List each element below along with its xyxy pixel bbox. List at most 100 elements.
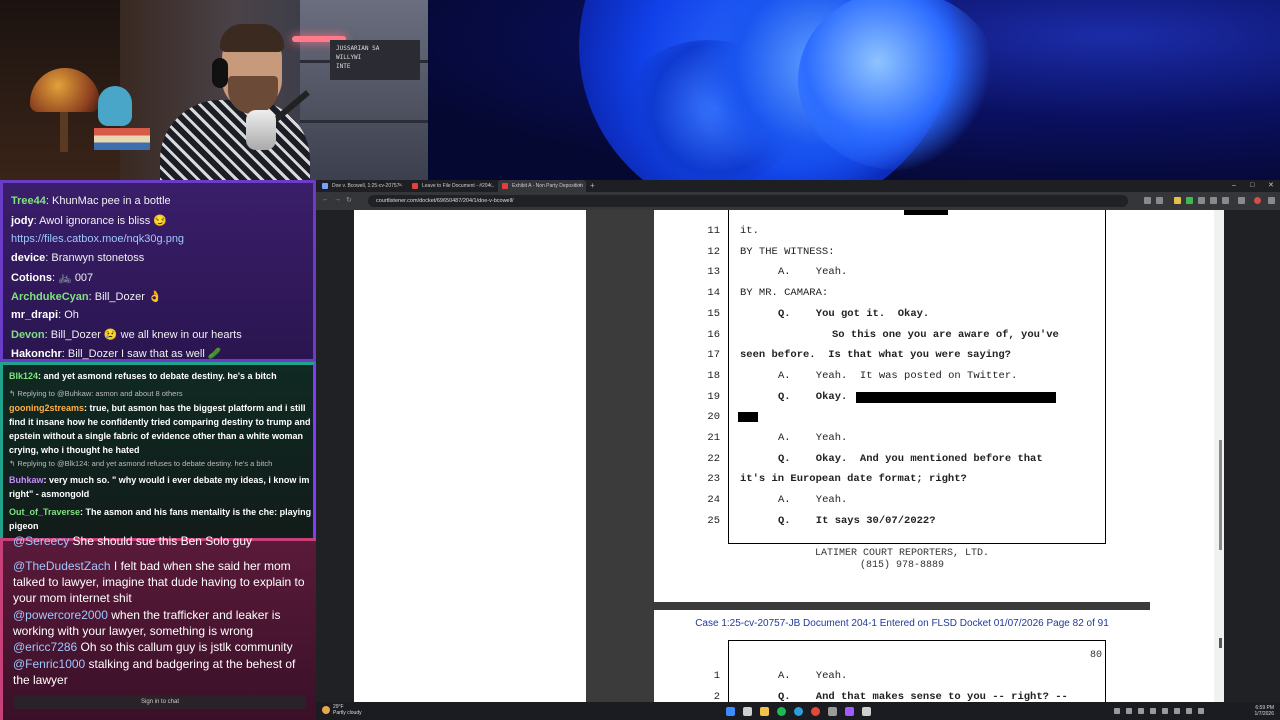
reload-button[interactable]: ↻ [346, 196, 352, 204]
transcript-line: A. Yeah. [778, 494, 848, 507]
pdf-viewer[interactable]: 11 it. 12 BY THE WITNESS: 13 A. Yeah. 14 BY MR.… [354, 210, 1214, 702]
line-number: 15 [707, 307, 720, 320]
chrome-icon[interactable] [811, 707, 820, 716]
redaction-bar [738, 412, 758, 422]
chat-message: @Fenric1000 stalking and badgering at th… [13, 656, 313, 688]
tray-icon[interactable] [1138, 708, 1144, 714]
chat-message: gooning2streams: true, but asmon has the… [9, 401, 316, 457]
chat-message: Out_of_Traverse: The asmon and his fans … [9, 505, 316, 533]
chat-message: jody: Awol ignorance is bliss 😏 [11, 214, 167, 227]
browser-window: Doe v. Bcowell, 1:25-cv-20757 - C × Leav… [316, 180, 1280, 702]
tray-icon[interactable] [1174, 708, 1180, 714]
close-window-button[interactable]: ✕ [1268, 180, 1274, 192]
transcript-line: Q. And that makes sense to you -- right?… [778, 690, 1068, 702]
wifi-icon[interactable] [1186, 708, 1192, 714]
webcam-shelf [300, 0, 428, 180]
reporter-phone: (815) 978-8889 [859, 560, 944, 571]
sidebar-icon[interactable] [1238, 197, 1245, 204]
new-tab-button[interactable]: + [590, 180, 595, 192]
reply-indicator: ↰ Replying to @Buhkaw: asmon and about 8… [9, 389, 183, 398]
chat-username: @TheDudestZach [13, 559, 111, 573]
url-input[interactable]: courtlistener.com/docket/69650487/204/1/… [368, 195, 1128, 207]
close-tab-icon[interactable]: × [398, 180, 402, 192]
extension-icon[interactable] [1210, 197, 1217, 204]
chat-username: gooning2streams [9, 403, 85, 413]
headphones [212, 58, 228, 88]
tray-icon[interactable] [1114, 708, 1120, 714]
bookmark-star-icon[interactable] [1156, 197, 1163, 204]
extension-icon[interactable] [1186, 197, 1193, 204]
chat-message: Tree44: KhunMac pee in a bottle [11, 195, 171, 207]
tray-icon[interactable] [1150, 708, 1156, 714]
spotify-icon[interactable] [777, 707, 786, 716]
close-tab-icon[interactable]: × [578, 180, 582, 192]
volume-icon[interactable] [1198, 708, 1204, 714]
line-number: 17 [707, 349, 720, 362]
transcript-line: So this one you are aware of, you've [832, 328, 1059, 341]
line-number: 13 [707, 266, 720, 279]
chat-username: Blk124 [9, 371, 39, 381]
chat-text: : and yet asmond refuses to debate desti… [38, 371, 277, 381]
chat-link[interactable]: https://files.catbox.moe/nqk30g.png [11, 233, 184, 245]
line-number: 12 [707, 245, 720, 258]
transcript-line: BY THE WITNESS: [740, 245, 835, 258]
chat-message: mr_drapi: Oh [11, 309, 79, 321]
edge-icon[interactable] [794, 707, 803, 716]
chat-text: : very much so. " why would i ever debat… [9, 475, 310, 499]
favicon-icon [322, 183, 328, 189]
tray-icon[interactable] [1126, 708, 1132, 714]
extensions-puzzle-icon[interactable] [1222, 197, 1229, 204]
tab-exhibit-a[interactable]: Exhibit A - Non Party Deposition × [498, 180, 586, 192]
webcam-books [94, 128, 150, 150]
obs-icon[interactable] [862, 707, 871, 716]
scrollbar-thumb[interactable] [1219, 440, 1222, 550]
clock-date: 1/7/2026 [1254, 711, 1274, 717]
minimize-button[interactable]: – [1232, 180, 1236, 192]
line-number: 18 [707, 369, 720, 382]
line-number: 20 [707, 411, 720, 424]
forward-button[interactable]: → [334, 196, 341, 203]
reply-indicator: ↰ Replying to @Blk124: and yet asmond re… [9, 459, 273, 468]
zoom-icon[interactable] [1144, 197, 1151, 204]
search-icon[interactable] [743, 707, 752, 716]
screen: JUSSARIAN SA WILLYWI INTE Tree44: KhunMa… [0, 0, 1280, 720]
maximize-button[interactable]: □ [1250, 180, 1254, 192]
chat-section-kick: Blk124: and yet asmond refuses to debate… [0, 362, 316, 538]
chat-message: Hakonchr: Bill_Dozer I saw that as well … [11, 347, 222, 360]
chat-username: Out_of_Traverse [9, 507, 81, 517]
scrollbar-marker [1219, 638, 1222, 648]
desktop-wallpaper [428, 0, 1280, 180]
webcam-shelf-divider [300, 120, 428, 123]
tab-docket[interactable]: Doe v. Bcowell, 1:25-cv-20757 - C × [318, 180, 406, 201]
clock[interactable]: 6:59 PM 1/7/2026 [1255, 705, 1274, 717]
page-number: 80 [1089, 650, 1102, 661]
sign-in-to-chat-button[interactable]: Sign in to chat [14, 695, 306, 709]
chat-message: Blk124: and yet asmond refuses to debate… [9, 371, 277, 381]
tab-leave-to-file[interactable]: Leave to File Document - #204... × [408, 180, 496, 192]
chat-message: Devon: Bill_Dozer 😢 we all knew in our h… [11, 328, 242, 341]
weather-icon [322, 706, 330, 714]
start-icon[interactable] [726, 707, 735, 716]
app-icon[interactable] [845, 707, 854, 716]
weather-widget[interactable]: 29°F Partly cloudy [322, 704, 362, 716]
extension-icon[interactable] [1198, 197, 1205, 204]
webcam-sign: JUSSARIAN SA WILLYWI INTE [330, 40, 420, 80]
menu-kebab-icon[interactable] [1268, 197, 1275, 204]
file-explorer-icon[interactable] [760, 707, 769, 716]
folder-icon[interactable] [1174, 197, 1181, 204]
chat-username: ArchdukeCyan [11, 291, 89, 303]
taskbar: 29°F Partly cloudy 6:59 PM 1/7/2026 [316, 702, 1280, 720]
webcam-figurine [98, 86, 132, 126]
settings-icon[interactable] [828, 707, 837, 716]
back-button[interactable]: ← [322, 196, 329, 203]
line-number: 16 [707, 328, 720, 341]
profile-avatar[interactable] [1254, 197, 1261, 204]
transcript-line: seen before. Is that what you were sayin… [740, 349, 1011, 362]
chat-text: She should sue this Ben Solo guy [69, 534, 252, 548]
close-tab-icon[interactable]: × [488, 180, 492, 192]
tray-icon[interactable] [1162, 708, 1168, 714]
chat-text: : Bill_Dozer I saw that as well 🥒 [61, 348, 222, 360]
line-number: 22 [707, 452, 720, 465]
tab-label: Leave to File Document - #204... [422, 183, 495, 189]
line-number: 25 [707, 514, 720, 527]
